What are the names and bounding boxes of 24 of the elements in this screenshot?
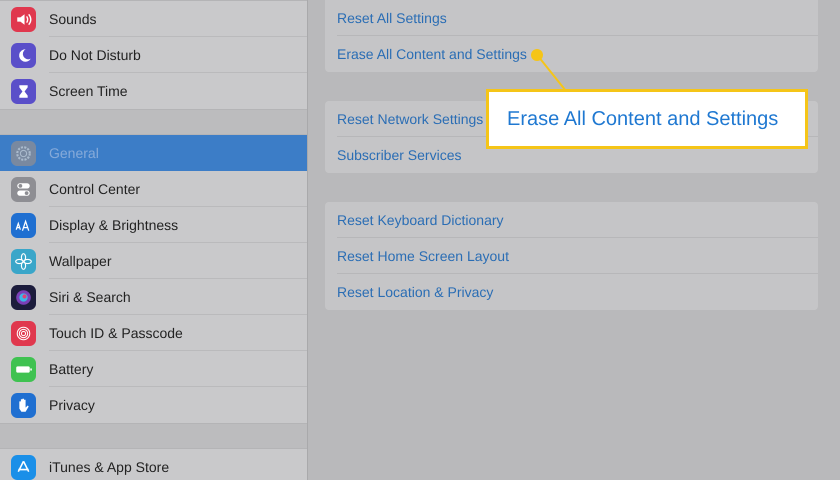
sidebar-item[interactable]: Touch ID & Passcode: [0, 315, 307, 351]
callout-label: Erase All Content and Settings: [486, 89, 808, 149]
speaker-icon: [11, 6, 36, 32]
hand-icon: [11, 392, 36, 418]
gear-icon: [11, 140, 36, 166]
sidebar-item[interactable]: Sounds: [0, 1, 307, 37]
orb-icon: [11, 284, 36, 310]
sidebar-item[interactable]: Control Center: [0, 171, 307, 207]
sidebar-item[interactable]: Privacy: [0, 387, 307, 423]
sidebar-item[interactable]: iTunes & App Store: [0, 449, 307, 480]
fingerprint-icon: [11, 320, 36, 346]
sidebar-item[interactable]: Screen Time: [0, 73, 307, 109]
hourglass-icon: [11, 78, 36, 104]
letters-icon: [11, 212, 36, 238]
flower-icon: [11, 248, 36, 274]
moon-icon: [11, 42, 36, 68]
sidebar-item[interactable]: Siri & Search: [0, 279, 307, 315]
sidebar-item[interactable]: Do Not Disturb: [0, 37, 307, 73]
sidebar-item[interactable]: Wallpaper: [0, 243, 307, 279]
sidebar-item[interactable]: Battery: [0, 351, 307, 387]
sidebar-item[interactable]: Display & Brightness: [0, 207, 307, 243]
battery-icon: [11, 356, 36, 382]
switches-icon: [11, 176, 36, 202]
app-store-icon: [11, 454, 36, 480]
